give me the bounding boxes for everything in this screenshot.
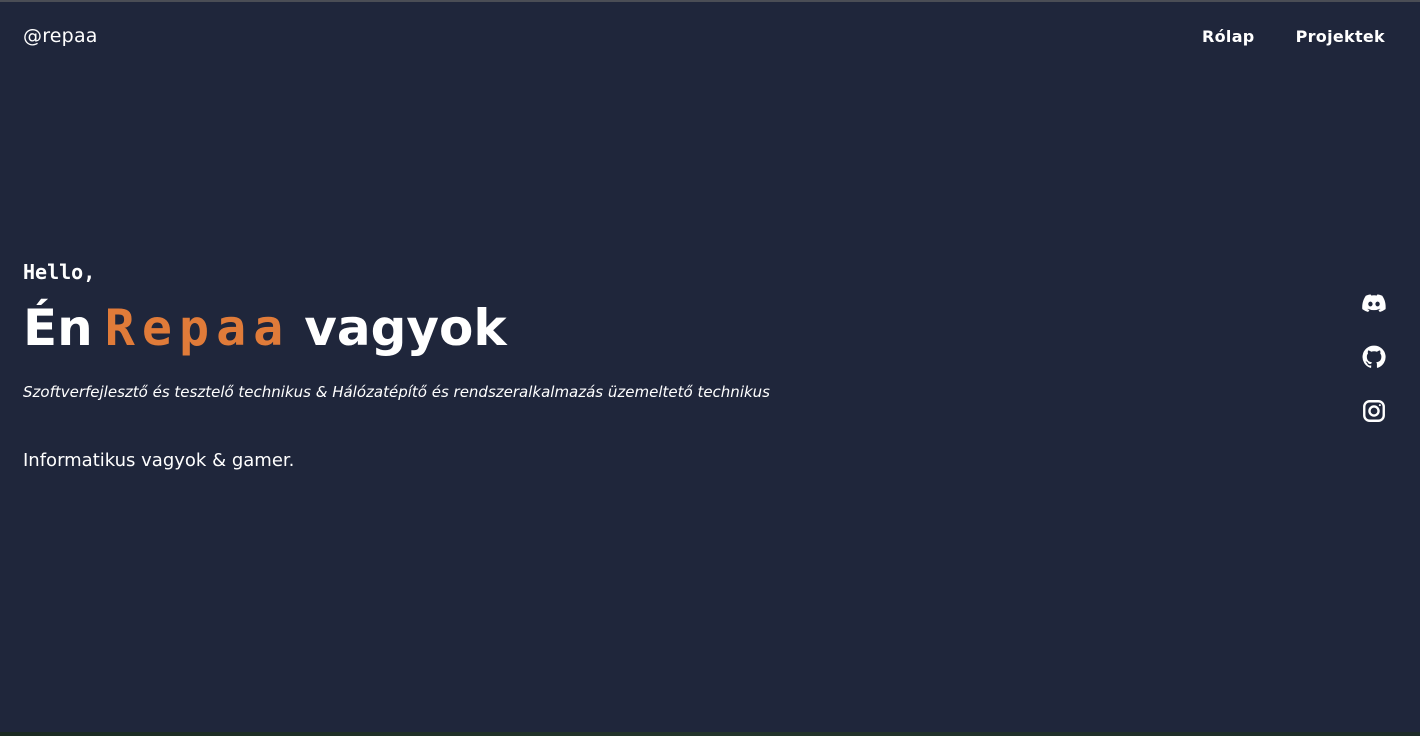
main-nav: Rólap Projektek — [1202, 27, 1385, 46]
instagram-icon — [1361, 398, 1387, 424]
brand-link[interactable]: @repaa — [23, 25, 98, 47]
site-header: @repaa Rólap Projektek — [0, 2, 1420, 74]
highlighted-name: Repaa — [104, 299, 291, 357]
hero-section: Hello, Én Repaa vagyok Szoftverfejlesztő é… — [23, 258, 770, 473]
github-icon — [1361, 344, 1387, 370]
page-title: Én Repaa vagyok — [23, 298, 770, 358]
nav-link-rolap[interactable]: Rólap — [1202, 27, 1255, 46]
job-subtitle: Szoftverfejlesztő és tesztelő technikus … — [23, 383, 770, 401]
discord-icon — [1361, 290, 1387, 316]
social-links — [1361, 290, 1387, 424]
instagram-link[interactable] — [1361, 398, 1387, 424]
github-link[interactable] — [1361, 344, 1387, 370]
greeting: Hello, — [23, 260, 96, 284]
about-text: Informatikus vagyok & gamer. — [23, 450, 295, 471]
nav-link-projektek[interactable]: Projektek — [1296, 27, 1385, 46]
title-suffix: vagyok — [304, 299, 507, 357]
title-prefix: Én — [23, 299, 93, 357]
discord-link[interactable] — [1361, 290, 1387, 316]
bottom-strip — [0, 732, 1420, 736]
